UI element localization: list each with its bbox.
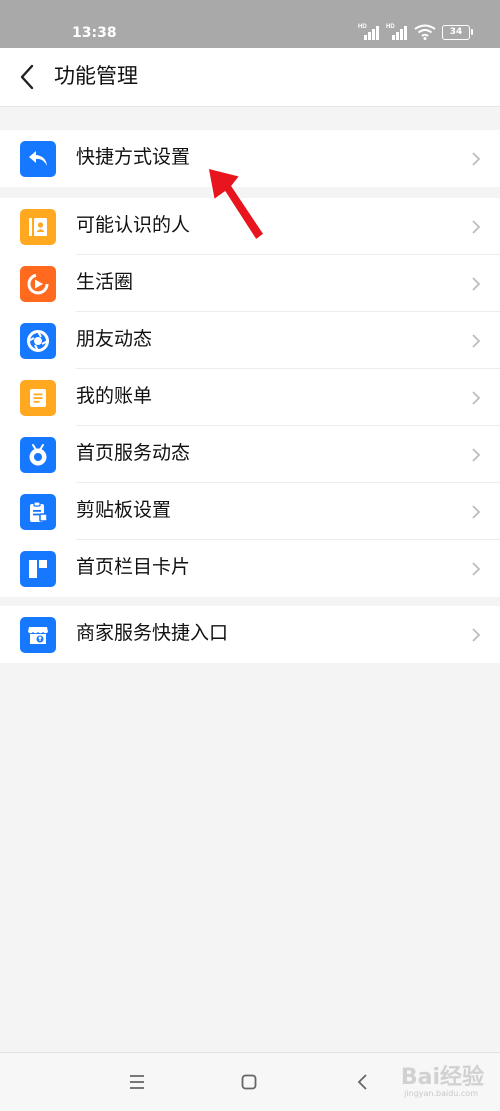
list-item-label: 剪贴板设置 [76,500,172,521]
system-nav-bar: Bai经验 jingyan.baidu.com [0,1052,500,1111]
list-item-label: 首页栏目卡片 [76,557,191,578]
group-merchant: 商家服务快捷入口 [0,606,500,663]
title-bar: 功能管理 [0,48,500,107]
chevron-right-icon [472,391,481,405]
list-item-label: 商家服务快捷入口 [76,623,229,644]
status-time: 13:38 [72,25,117,41]
list-item-homepage-column-cards[interactable]: 首页栏目卡片 [0,540,500,597]
list-item-merchant-service-shortcut[interactable]: 商家服务快捷入口 [0,606,500,663]
list-item-label: 首页服务动态 [76,443,191,464]
contact-book-icon [20,209,56,245]
group-features: 可能认识的人 生活圈 朋友动态 我的账单 首页服务动态 剪贴板设置 首页栏目卡片 [0,198,500,597]
status-icons: HD HD 34 [358,24,473,40]
chevron-right-icon [472,505,481,519]
status-bar: 13:38 HD HD 34 [0,0,500,48]
page-title: 功能管理 [54,65,138,88]
chevron-right-icon [472,448,481,462]
list-item-label: 生活圈 [76,272,134,293]
chevron-right-icon [472,334,481,348]
clipboard-icon [20,494,56,530]
list-item-life-circle[interactable]: 生活圈 [0,255,500,312]
signal-2-label: HD [386,24,395,30]
chevron-right-icon [472,277,481,291]
menu-icon [130,1075,144,1089]
nav-back-button[interactable] [348,1067,378,1097]
chevron-right-icon [472,562,481,576]
list-item-clipboard-settings[interactable]: 剪贴板设置 [0,483,500,540]
chevron-right-icon [472,152,481,166]
chevron-right-icon [472,220,481,234]
wifi-icon [414,24,436,40]
service-dynamic-icon [20,437,56,473]
aperture-icon [20,323,56,359]
signal-1-icon: HD [358,24,380,40]
list-item-friend-moments[interactable]: 朋友动态 [0,312,500,369]
life-circle-icon [20,266,56,302]
list-item-my-bill[interactable]: 我的账单 [0,369,500,426]
screen: 13:38 HD HD 34 功能管理 快捷方式设置 可能认识的人 生活圈 朋友… [0,0,500,1111]
signal-1-label: HD [358,24,367,30]
list-item-label: 快捷方式设置 [76,147,191,168]
back-triangle-icon [357,1074,367,1090]
shortcut-arrow-icon [20,141,56,177]
back-button[interactable] [12,60,46,94]
layout-card-icon [20,551,56,587]
battery-level: 34 [449,26,463,37]
nav-home-button[interactable] [234,1067,264,1097]
storefront-icon [20,617,56,653]
signal-2-icon: HD [386,24,408,40]
red-arrow-annotation-icon [207,167,265,241]
chevron-left-icon [20,64,34,90]
chevron-right-icon [472,628,481,642]
list-item-label: 朋友动态 [76,329,153,350]
list-item-label: 可能认识的人 [76,215,191,236]
bill-icon [20,380,56,416]
watermark-url: jingyan.baidu.com [404,1089,478,1098]
list-item-label: 我的账单 [76,386,153,407]
home-square-icon [241,1074,257,1090]
list-item-homepage-service-dynamics[interactable]: 首页服务动态 [0,426,500,483]
nav-menu-button[interactable] [122,1067,152,1097]
watermark-logo: Bai经验 [400,1065,484,1090]
battery-indicator: 34 [442,24,473,40]
